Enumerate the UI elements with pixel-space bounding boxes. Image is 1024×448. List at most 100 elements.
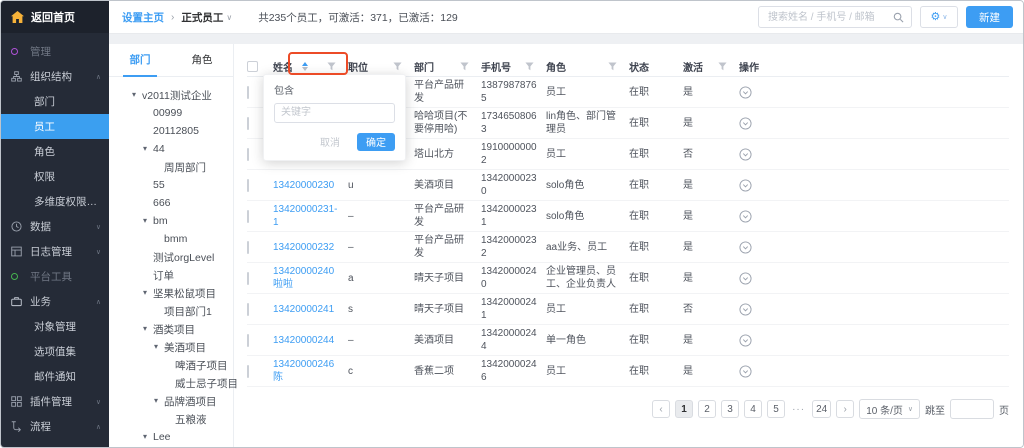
row-actions-button[interactable] bbox=[739, 117, 1000, 130]
tree-node[interactable]: 啤酒子项目 bbox=[109, 356, 233, 374]
sidebar-item-platform-tools[interactable]: 平台工具 bbox=[1, 264, 109, 289]
row-actions-button[interactable] bbox=[739, 303, 1000, 316]
sidebar-item-business[interactable]: 业务∧ bbox=[1, 289, 109, 314]
sidebar-item-data[interactable]: 数据∨ bbox=[1, 214, 109, 239]
tree-node[interactable]: 威士忌子项目 bbox=[109, 374, 233, 392]
cell-name[interactable]: 13420000230 bbox=[273, 179, 348, 192]
sidebar-item-option-value-set[interactable]: 选项值集 bbox=[1, 339, 109, 364]
gear-icon: ⚙ bbox=[931, 12, 941, 23]
row-actions-button[interactable] bbox=[739, 272, 1000, 285]
sidebar-item-permission[interactable]: 权限 bbox=[1, 164, 109, 189]
sidebar-item-role[interactable]: 角色 bbox=[1, 139, 109, 164]
search-icon[interactable] bbox=[893, 12, 904, 23]
tree-node[interactable]: 订单 bbox=[109, 266, 233, 284]
filter-icon[interactable] bbox=[525, 62, 534, 71]
sidebar-item-org-structure[interactable]: 组织结构∧ bbox=[1, 64, 109, 89]
tree-node[interactable]: 666 bbox=[109, 194, 233, 212]
tree-node[interactable]: 00999 bbox=[109, 104, 233, 122]
sidebar-item-multi-dim-permission[interactable]: 多维度权限管理 bbox=[1, 189, 109, 214]
row-actions-button[interactable] bbox=[739, 365, 1000, 378]
sidebar-item-management[interactable]: 管理 bbox=[1, 39, 109, 64]
sidebar-item-log-management[interactable]: 日志管理∨ bbox=[1, 239, 109, 264]
filter-condition-label[interactable]: 包含 bbox=[274, 82, 395, 97]
breadcrumb-current[interactable]: 正式员工 bbox=[181, 10, 223, 25]
cell-name[interactable]: 13420000244 bbox=[273, 334, 348, 347]
pagination-page-1[interactable]: 1 bbox=[675, 400, 693, 418]
row-actions-button[interactable] bbox=[739, 210, 1000, 223]
page-size-select[interactable]: 10 条/页∨ bbox=[859, 399, 920, 419]
cell-phone: 13420000244 bbox=[481, 327, 546, 353]
row-checkbox[interactable] bbox=[247, 303, 249, 316]
tree-node[interactable]: ▾44 bbox=[109, 140, 233, 158]
sidebar-item-workflow[interactable]: 流程∧ bbox=[1, 414, 109, 439]
pagination-next-button[interactable]: › bbox=[836, 400, 854, 418]
table-row: 13420000244–美酒项目13420000244单一角色在职是 bbox=[247, 325, 1009, 356]
pagination-page-5[interactable]: 5 bbox=[767, 400, 785, 418]
tree-node[interactable]: ▾酒类项目 bbox=[109, 320, 233, 338]
pagination-page-4[interactable]: 4 bbox=[744, 400, 762, 418]
sort-icon[interactable] bbox=[302, 62, 308, 71]
pagination-page-24[interactable]: 24 bbox=[812, 400, 831, 418]
sidebar-item-object-management[interactable]: 对象管理 bbox=[1, 314, 109, 339]
cell-name[interactable]: 13420000240啦啦 bbox=[273, 265, 348, 291]
row-actions-button[interactable] bbox=[739, 334, 1000, 347]
tree-node[interactable]: 周周部门 bbox=[109, 158, 233, 176]
tree-node[interactable]: ▾品牌酒项目 bbox=[109, 392, 233, 410]
jump-to-page-input[interactable] bbox=[950, 399, 994, 419]
cell-name[interactable]: 13420000232 bbox=[273, 241, 348, 254]
cell-name[interactable]: 13420000241 bbox=[273, 303, 348, 316]
cell-name[interactable]: 13420000246陈 bbox=[273, 358, 348, 384]
chevron-down-icon[interactable]: ∨ bbox=[226, 13, 232, 22]
row-actions-button[interactable] bbox=[739, 86, 1000, 99]
filter-icon[interactable] bbox=[327, 62, 336, 71]
row-checkbox[interactable] bbox=[247, 117, 249, 130]
filter-icon[interactable] bbox=[460, 62, 469, 71]
breadcrumb-link-settings-home[interactable]: 设置主页 bbox=[122, 10, 164, 25]
search-input[interactable] bbox=[766, 11, 893, 24]
filter-icon[interactable] bbox=[393, 62, 402, 71]
tree-node[interactable]: 项目部门1 bbox=[109, 302, 233, 320]
row-actions-button[interactable] bbox=[739, 241, 1000, 254]
select-all-checkbox[interactable] bbox=[247, 61, 258, 72]
pagination: ‹12345···24›10 条/页∨跳至页 bbox=[247, 399, 1009, 419]
filter-cancel-button[interactable]: 取消 bbox=[314, 133, 346, 150]
tree-node[interactable]: 55 bbox=[109, 176, 233, 194]
cell-activated: 是 bbox=[683, 272, 739, 285]
tree-node[interactable]: ▾bm bbox=[109, 212, 233, 230]
row-checkbox[interactable] bbox=[247, 241, 249, 254]
row-actions-button[interactable] bbox=[739, 148, 1000, 161]
tree-node[interactable]: 五粮液 bbox=[109, 410, 233, 428]
cell-name[interactable]: 13420000231-1 bbox=[273, 203, 348, 229]
tree-node[interactable]: ▾美酒项目 bbox=[109, 338, 233, 356]
row-checkbox[interactable] bbox=[247, 272, 249, 285]
pagination-prev-button[interactable]: ‹ bbox=[652, 400, 670, 418]
row-checkbox[interactable] bbox=[247, 365, 249, 378]
create-button[interactable]: 新建 bbox=[966, 6, 1013, 28]
filter-icon[interactable] bbox=[608, 62, 617, 71]
row-checkbox[interactable] bbox=[247, 86, 249, 99]
filter-keyword-input[interactable] bbox=[274, 103, 395, 123]
tree-node[interactable]: ▾v2011测试企业 bbox=[109, 86, 233, 104]
pagination-page-2[interactable]: 2 bbox=[698, 400, 716, 418]
filter-icon[interactable] bbox=[718, 62, 727, 71]
tree-node[interactable]: 测试orgLevel bbox=[109, 248, 233, 266]
filter-confirm-button[interactable]: 确定 bbox=[357, 133, 395, 151]
row-checkbox[interactable] bbox=[247, 179, 249, 192]
tab-department[interactable]: 部门 bbox=[109, 44, 171, 76]
settings-dropdown-button[interactable]: ⚙ ∨ bbox=[920, 6, 958, 28]
sidebar-item-plugin-management[interactable]: 插件管理∨ bbox=[1, 389, 109, 414]
tree-node[interactable]: ▾坚果松鼠项目 bbox=[109, 284, 233, 302]
tree-node[interactable]: bmm bbox=[109, 230, 233, 248]
sidebar-item-department[interactable]: 部门 bbox=[1, 89, 109, 114]
pagination-page-3[interactable]: 3 bbox=[721, 400, 739, 418]
tree-node[interactable]: 20112805 bbox=[109, 122, 233, 140]
tab-role[interactable]: 角色 bbox=[171, 44, 233, 76]
tree-node[interactable]: ▾Lee bbox=[109, 428, 233, 446]
back-home[interactable]: 返回首页 bbox=[1, 1, 109, 33]
sidebar-item-employee[interactable]: 员工 bbox=[1, 114, 109, 139]
sidebar-item-email-notification[interactable]: 邮件通知 bbox=[1, 364, 109, 389]
row-checkbox[interactable] bbox=[247, 334, 249, 347]
row-checkbox[interactable] bbox=[247, 210, 249, 223]
row-checkbox[interactable] bbox=[247, 148, 249, 161]
row-actions-button[interactable] bbox=[739, 179, 1000, 192]
